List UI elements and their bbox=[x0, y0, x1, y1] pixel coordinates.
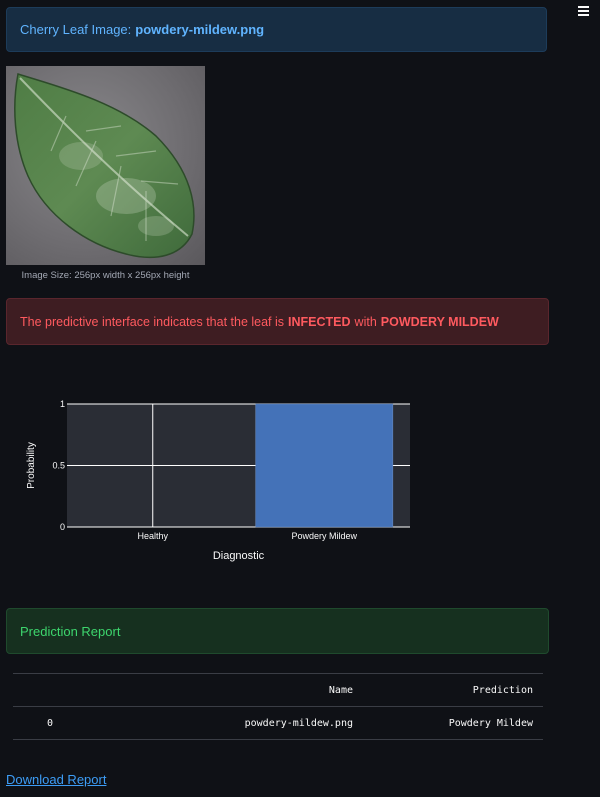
info-alert: Cherry Leaf Image: powdery-mildew.png bbox=[6, 7, 547, 52]
row-name: powdery-mildew.png bbox=[127, 706, 363, 740]
success-label: Prediction Report bbox=[20, 623, 121, 639]
alert-disease: POWDERY MILDEW bbox=[380, 314, 499, 329]
app-page: Cherry Leaf Image: powdery-mildew.png Im… bbox=[0, 0, 600, 797]
alert-text-2: with bbox=[354, 314, 377, 329]
bar bbox=[255, 403, 394, 528]
table-header-row: Name Prediction bbox=[13, 673, 543, 707]
y-tick-label: 1 bbox=[60, 399, 65, 409]
error-alert: The predictive interface indicates that … bbox=[6, 298, 549, 345]
col-prediction-header: Prediction bbox=[363, 673, 543, 707]
col-name-header: Name bbox=[127, 673, 363, 707]
col-index-header bbox=[13, 673, 127, 707]
leaf-image bbox=[6, 66, 205, 265]
alert-text-1: The predictive interface indicates that … bbox=[20, 314, 285, 329]
info-prefix: Cherry Leaf Image: bbox=[20, 22, 132, 37]
y-tick-label: 0 bbox=[60, 522, 65, 532]
x-tick-label: Powdery Mildew bbox=[291, 531, 357, 541]
table-row: 0 powdery-mildew.png Powdery Mildew bbox=[13, 706, 543, 740]
info-filename: powdery-mildew.png bbox=[135, 22, 265, 37]
leaf-illustration bbox=[14, 73, 195, 259]
x-axis-label: Diagnostic bbox=[213, 550, 265, 562]
download-report-link[interactable]: Download Report bbox=[6, 772, 106, 787]
y-axis-label: Probability bbox=[26, 442, 37, 489]
report-table: Name Prediction 0 powdery-mildew.png Pow… bbox=[13, 673, 543, 740]
image-caption: Image Size: 256px width x 256px height bbox=[21, 270, 190, 281]
x-tick-label: Healthy bbox=[137, 531, 168, 541]
y-tick-label: 0.5 bbox=[52, 461, 65, 471]
row-prediction: Powdery Mildew bbox=[363, 706, 543, 740]
chart-svg: 0 0.5 1 Healthy Powdery Mildew Diagnostic Prob… bbox=[26, 399, 410, 562]
alert-status: INFECTED bbox=[288, 314, 351, 329]
success-alert: Prediction Report bbox=[6, 608, 549, 654]
probability-chart: 0 0.5 1 Healthy Powdery Mildew Diagnostic Prob… bbox=[0, 390, 430, 570]
hamburger-icon[interactable] bbox=[574, 4, 592, 22]
row-index: 0 bbox=[13, 706, 127, 740]
